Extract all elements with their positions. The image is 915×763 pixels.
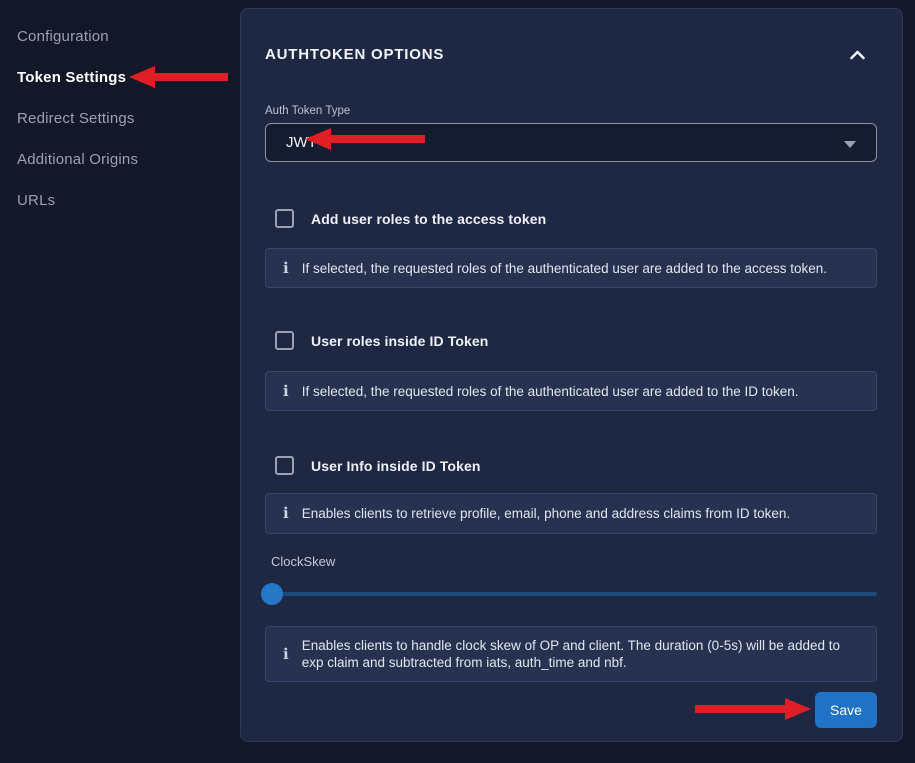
info-text: If selected, the requested roles of the … xyxy=(302,260,827,277)
info-text: Enables clients to retrieve profile, ema… xyxy=(302,505,791,522)
clockskew-slider-track[interactable] xyxy=(265,592,877,596)
arrow-head-icon xyxy=(785,698,811,720)
chevron-up-icon xyxy=(850,48,865,63)
panel-title: AUTHTOKEN OPTIONS xyxy=(265,46,444,63)
sidebar-item-urls[interactable]: URLs xyxy=(17,193,240,209)
annotation-arrow-save xyxy=(695,698,811,720)
checkbox-add-user-roles-access-token[interactable] xyxy=(275,209,294,228)
authtoken-options-panel: AUTHTOKEN OPTIONS Auth Token Type JWT Ad… xyxy=(240,8,903,742)
option-add-user-roles-access-token[interactable]: Add user roles to the access token xyxy=(275,209,546,228)
sidebar: Configuration Token Settings Redirect Se… xyxy=(0,0,240,763)
info-icon: ℹ xyxy=(283,261,289,276)
sidebar-item-configuration[interactable]: Configuration xyxy=(17,29,240,45)
info-text: If selected, the requested roles of the … xyxy=(302,383,799,400)
info-icon: ℹ xyxy=(283,647,289,662)
option-label: User Info inside ID Token xyxy=(311,458,481,474)
option-user-roles-id-token[interactable]: User roles inside ID Token xyxy=(275,331,488,350)
info-icon: ℹ xyxy=(283,506,289,521)
arrow-head-icon xyxy=(305,128,331,150)
arrow-head-icon xyxy=(129,66,155,88)
checkbox-user-info-id-token[interactable] xyxy=(275,456,294,475)
option-user-info-id-token[interactable]: User Info inside ID Token xyxy=(275,456,481,475)
info-banner-access-token: ℹ If selected, the requested roles of th… xyxy=(265,248,877,288)
sidebar-item-redirect-settings[interactable]: Redirect Settings xyxy=(17,111,240,127)
auth-token-type-label: Auth Token Type xyxy=(265,105,350,117)
info-icon: ℹ xyxy=(283,384,289,399)
sidebar-item-additional-origins[interactable]: Additional Origins xyxy=(17,152,240,168)
collapse-panel-button[interactable] xyxy=(839,42,875,68)
save-button[interactable]: Save xyxy=(815,692,877,728)
option-label: User roles inside ID Token xyxy=(311,333,488,349)
token-settings-screen: Configuration Token Settings Redirect Se… xyxy=(0,0,915,763)
option-label: Add user roles to the access token xyxy=(311,211,546,227)
checkbox-user-roles-id-token[interactable] xyxy=(275,331,294,350)
clockskew-label: ClockSkew xyxy=(271,554,335,569)
info-banner-clockskew: ℹ Enables clients to handle clock skew o… xyxy=(265,626,877,682)
info-text: Enables clients to handle clock skew of … xyxy=(302,637,860,671)
clockskew-slider-thumb[interactable] xyxy=(261,583,283,605)
annotation-arrow-token-settings xyxy=(129,66,228,88)
info-banner-user-info: ℹ Enables clients to retrieve profile, e… xyxy=(265,493,877,534)
caret-down-icon xyxy=(844,141,856,148)
info-banner-id-token-roles: ℹ If selected, the requested roles of th… xyxy=(265,371,877,411)
annotation-arrow-jwt xyxy=(305,128,425,150)
